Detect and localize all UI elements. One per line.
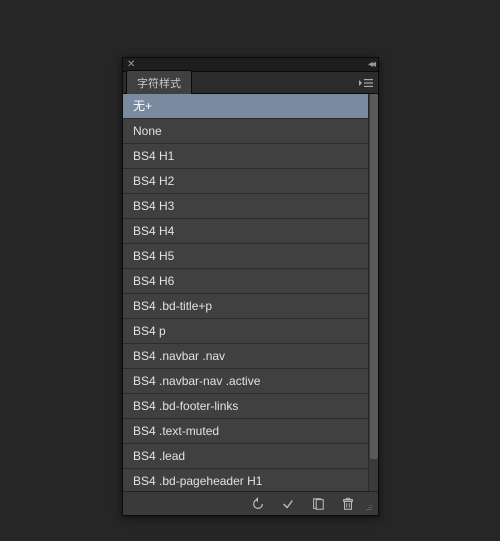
list-item[interactable]: BS4 H1 bbox=[123, 144, 368, 169]
list-item[interactable]: None bbox=[123, 119, 368, 144]
new-style-button[interactable] bbox=[304, 494, 332, 514]
tab-character-styles[interactable]: 字符样式 bbox=[126, 70, 192, 94]
character-styles-panel: ✕ ◂◂ 字符样式 无+NoneBS4 H1BS4 H2BS4 H3BS4 H4… bbox=[122, 57, 379, 516]
list-item[interactable]: BS4 .bd-title+p bbox=[123, 294, 368, 319]
grip-icon bbox=[366, 503, 372, 512]
scrollbar-thumb[interactable] bbox=[370, 94, 378, 459]
new-page-icon bbox=[311, 497, 325, 511]
menu-icon bbox=[359, 77, 373, 89]
list-item[interactable]: BS4 .lead bbox=[123, 444, 368, 469]
list-item[interactable]: BS4 H4 bbox=[123, 219, 368, 244]
list-item[interactable]: BS4 H3 bbox=[123, 194, 368, 219]
resize-grip[interactable] bbox=[364, 494, 374, 514]
list-item[interactable]: BS4 H5 bbox=[123, 244, 368, 269]
list-item[interactable]: BS4 H6 bbox=[123, 269, 368, 294]
list-item[interactable]: BS4 .navbar .nav bbox=[123, 344, 368, 369]
list-item[interactable]: BS4 .text-muted bbox=[123, 419, 368, 444]
apply-button[interactable] bbox=[274, 494, 302, 514]
list-item[interactable]: BS4 p bbox=[123, 319, 368, 344]
styles-list: 无+NoneBS4 H1BS4 H2BS4 H3BS4 H4BS4 H5BS4 … bbox=[123, 94, 368, 491]
list-item[interactable]: 无+ bbox=[123, 94, 368, 119]
list-item[interactable]: BS4 .bd-pageheader H1 bbox=[123, 469, 368, 491]
trash-icon bbox=[341, 497, 355, 511]
refresh-button[interactable] bbox=[244, 494, 272, 514]
list-item[interactable]: BS4 .bd-footer-links bbox=[123, 394, 368, 419]
list-item[interactable]: BS4 .navbar-nav .active bbox=[123, 369, 368, 394]
close-icon[interactable]: ✕ bbox=[127, 60, 135, 70]
list-item[interactable]: BS4 H2 bbox=[123, 169, 368, 194]
panel-menu-button[interactable] bbox=[358, 76, 374, 90]
panel-footer bbox=[123, 491, 378, 515]
delete-button[interactable] bbox=[334, 494, 362, 514]
collapse-icon[interactable]: ◂◂ bbox=[368, 59, 374, 70]
refresh-icon bbox=[251, 497, 265, 511]
tab-bar: 字符样式 bbox=[123, 72, 378, 94]
scrollbar[interactable] bbox=[368, 94, 378, 491]
checkmark-icon bbox=[281, 497, 295, 511]
styles-list-container: 无+NoneBS4 H1BS4 H2BS4 H3BS4 H4BS4 H5BS4 … bbox=[123, 94, 378, 491]
